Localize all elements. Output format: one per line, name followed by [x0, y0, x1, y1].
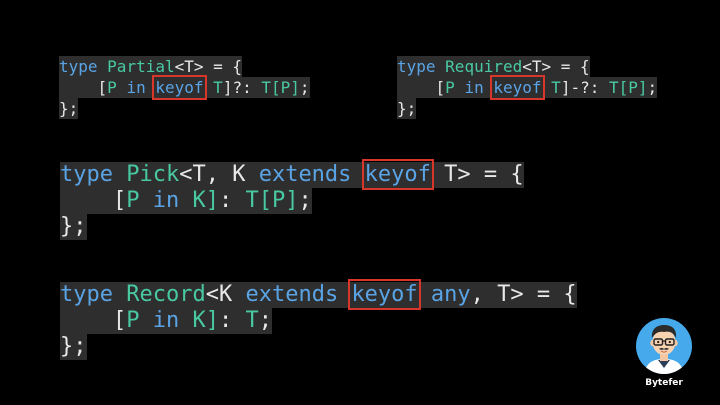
- code-line: };: [397, 98, 417, 119]
- keyword-type: type: [397, 57, 436, 76]
- code-line: type Required<T> = {: [397, 56, 590, 77]
- type-param: P: [126, 188, 140, 213]
- code-line: };: [60, 214, 87, 240]
- closing-brace: };: [59, 99, 79, 118]
- type-param: T: [245, 308, 259, 333]
- type-param: P: [445, 78, 455, 97]
- keyword-in: in: [152, 188, 180, 213]
- indexed-type: T[P]: [608, 78, 648, 97]
- brand-name: Bytefer: [645, 378, 683, 388]
- closing-brace: };: [397, 99, 417, 118]
- keyword-any: any: [430, 282, 471, 307]
- keyword-type: type: [60, 282, 113, 307]
- code-line: [P in K]: T[P];: [60, 188, 312, 214]
- keyof-highlight: keyof: [348, 279, 421, 310]
- indexed-type: T[P]: [261, 78, 300, 97]
- generic-close: T>: [444, 162, 471, 187]
- closing-brace: };: [60, 334, 87, 359]
- keyword-extends: extends: [245, 282, 339, 307]
- generic-open: <T, K: [179, 162, 259, 187]
- code-line: };: [60, 334, 87, 360]
- type-param: K]: [192, 308, 219, 333]
- keyword-in: in: [464, 78, 484, 97]
- type-param: P: [126, 308, 140, 333]
- keyword-type: type: [60, 162, 113, 187]
- code-line: type Partial<T> = {: [59, 56, 243, 77]
- generic-params: <T>: [522, 57, 552, 76]
- keyword-in: in: [152, 308, 180, 333]
- keyword-type: type: [59, 57, 98, 76]
- assign-brace: = {: [523, 282, 577, 307]
- keyof-highlight: keyof: [490, 75, 545, 100]
- type-name: Required: [445, 57, 523, 76]
- generic-open: <K: [205, 282, 246, 307]
- brand-badge: Bytefer: [633, 318, 695, 388]
- indexed-type: T[P]: [245, 188, 299, 213]
- assign-brace: = {: [470, 162, 524, 187]
- type-param: K]: [192, 188, 219, 213]
- assign-brace: = {: [551, 57, 590, 76]
- keyof-highlight: keyof: [152, 75, 207, 100]
- type-param: T: [551, 78, 561, 97]
- type-param: P: [107, 78, 117, 97]
- record-type-snippet: type Record<K extends keyof any, T> = { …: [60, 279, 577, 360]
- code-line: type Record<K extends keyof any, T> = {: [60, 279, 577, 310]
- type-name: Pick: [126, 162, 180, 187]
- keyword-extends: extends: [258, 162, 352, 187]
- type-name: Record: [126, 282, 206, 307]
- code-line: [P in keyof T]?: T[P];: [59, 75, 310, 100]
- assign-brace: = {: [203, 57, 243, 76]
- keyof-highlight: keyof: [361, 159, 434, 190]
- developer-avatar-icon: [636, 318, 692, 374]
- code-line: };: [59, 98, 79, 119]
- code-line: [P in keyof T]-?: T[P];: [397, 75, 658, 100]
- generic-params: <T>: [174, 57, 204, 76]
- required-type-snippet: type Required<T> = { [P in keyof T]-?: T…: [397, 56, 658, 119]
- code-line: [P in K]: T;: [60, 308, 272, 334]
- type-param: T: [213, 78, 223, 97]
- partial-type-snippet: type Partial<T> = { [P in keyof T]?: T[P…: [59, 56, 310, 119]
- closing-brace: };: [60, 214, 87, 239]
- code-line: type Pick<T, K extends keyof T> = {: [60, 159, 524, 190]
- generic-close: , T>: [470, 282, 524, 307]
- keyword-in: in: [126, 78, 146, 97]
- type-name: Partial: [107, 57, 175, 76]
- pick-type-snippet: type Pick<T, K extends keyof T> = { [P i…: [60, 159, 524, 240]
